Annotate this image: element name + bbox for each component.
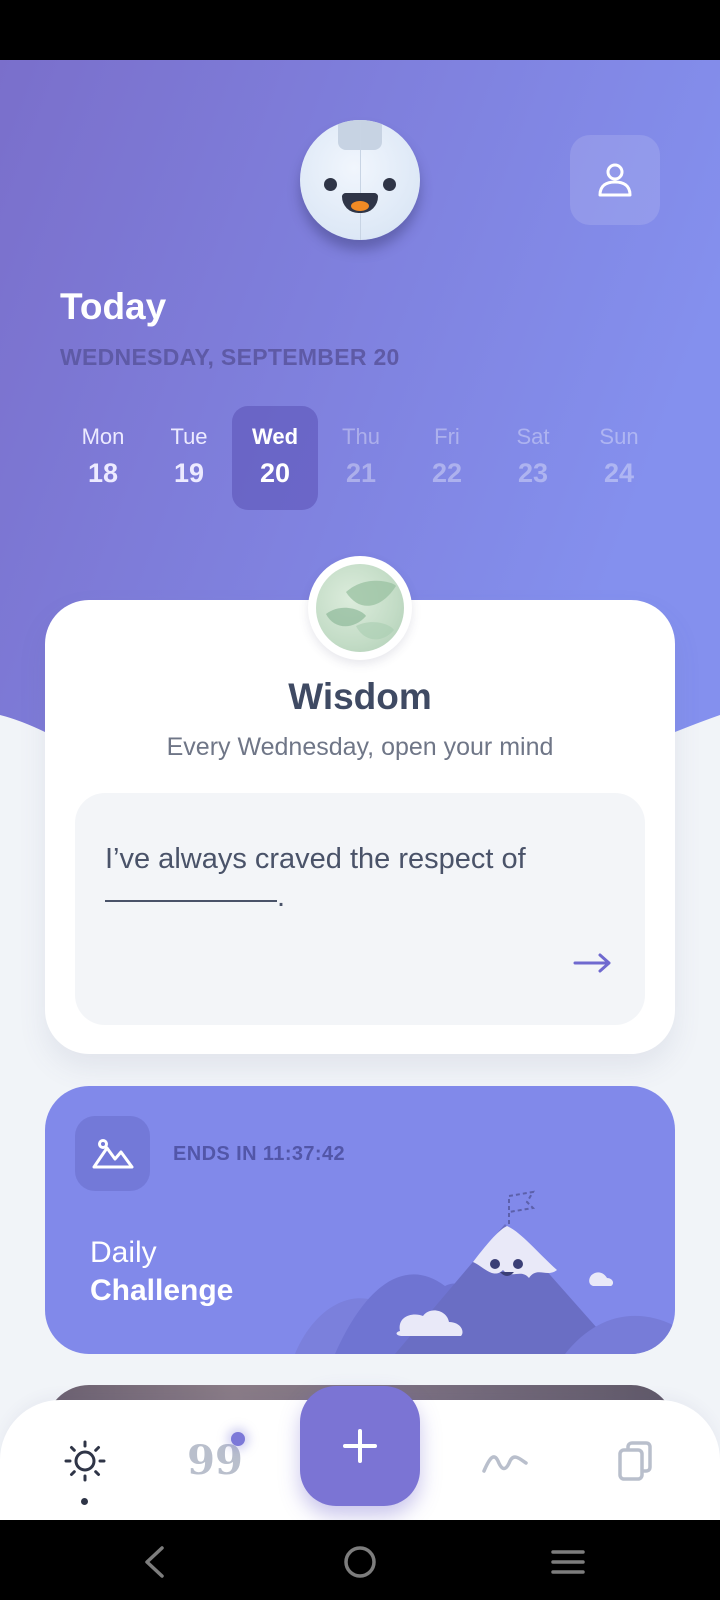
day-wed[interactable]: Wed 20 <box>232 406 318 510</box>
nav-library[interactable] <box>610 1436 660 1486</box>
profile-button[interactable] <box>570 135 660 225</box>
prompt-blank-line <box>105 900 277 902</box>
mountain-illustration <box>295 1190 675 1354</box>
page-title: Today <box>60 286 167 327</box>
back-icon <box>145 1546 164 1578</box>
week-selector: Mon 18 Tue 19 Wed 20 Thu 21 Fri 22 Sat 2… <box>60 406 660 510</box>
prompt-text: I’ve always craved the respect of <box>105 843 526 875</box>
status-bar <box>0 0 720 60</box>
day-number: 19 <box>173 458 205 488</box>
mascot-avatar[interactable] <box>300 120 420 240</box>
day-name: Sat <box>516 424 550 449</box>
system-back-button[interactable] <box>132 1540 176 1584</box>
day-name: Fri <box>434 424 460 449</box>
day-name: Wed <box>251 424 299 449</box>
nav-insights[interactable] <box>480 1436 530 1486</box>
challenge-icon-box <box>75 1116 150 1191</box>
challenge-label: Daily <box>90 1236 157 1269</box>
system-recents-button[interactable] <box>546 1540 590 1584</box>
day-mon[interactable]: Mon 18 <box>60 406 146 510</box>
home-icon <box>344 1546 376 1578</box>
wave-icon <box>482 1455 528 1473</box>
challenge-title: Challenge <box>90 1274 234 1307</box>
system-home-button[interactable] <box>338 1540 382 1584</box>
nav-today[interactable] <box>60 1436 110 1486</box>
sun-icon <box>64 1440 106 1482</box>
mountain-icon <box>92 1138 133 1168</box>
copy-icon <box>618 1441 652 1481</box>
day-number: 24 <box>603 458 635 488</box>
leaves-icon <box>326 580 396 640</box>
day-thu[interactable]: Thu 21 <box>318 406 404 510</box>
wisdom-prompt[interactable]: I’ve always craved the respect of . <box>75 793 645 1025</box>
quotes-icon: 99 <box>187 1437 243 1484</box>
day-tue[interactable]: Tue 19 <box>146 406 232 510</box>
day-number: 23 <box>517 458 549 488</box>
day-name: Mon <box>81 424 125 449</box>
plus-icon <box>343 1429 377 1463</box>
day-sun[interactable]: Sun 24 <box>576 406 662 510</box>
day-number: 20 <box>259 458 291 488</box>
challenge-timer: ENDS IN 11:37:42 <box>173 1143 346 1165</box>
arrow-right-icon[interactable] <box>573 951 613 975</box>
day-number: 21 <box>345 458 377 488</box>
day-number: 22 <box>431 458 463 488</box>
wisdom-title: Wisdom <box>288 676 432 717</box>
notification-dot <box>231 1432 245 1446</box>
wisdom-subtitle: Every Wednesday, open your mind <box>166 733 554 761</box>
daily-challenge-card[interactable]: ENDS IN 11:37:42 Daily Challenge <box>45 1086 675 1354</box>
nav-selected-indicator <box>81 1498 88 1505</box>
day-name: Thu <box>342 424 380 449</box>
day-sat[interactable]: Sat 23 <box>490 406 576 510</box>
prompt-period: . <box>277 881 286 913</box>
user-icon <box>598 163 632 197</box>
wisdom-badge <box>308 556 412 660</box>
day-name: Sun <box>599 424 639 449</box>
day-name: Tue <box>170 424 208 449</box>
recents-icon <box>551 1550 585 1574</box>
add-button[interactable] <box>300 1386 420 1506</box>
current-date: WEDNESDAY, SEPTEMBER 20 <box>60 344 400 370</box>
day-number: 18 <box>87 458 119 488</box>
day-fri[interactable]: Fri 22 <box>404 406 490 510</box>
